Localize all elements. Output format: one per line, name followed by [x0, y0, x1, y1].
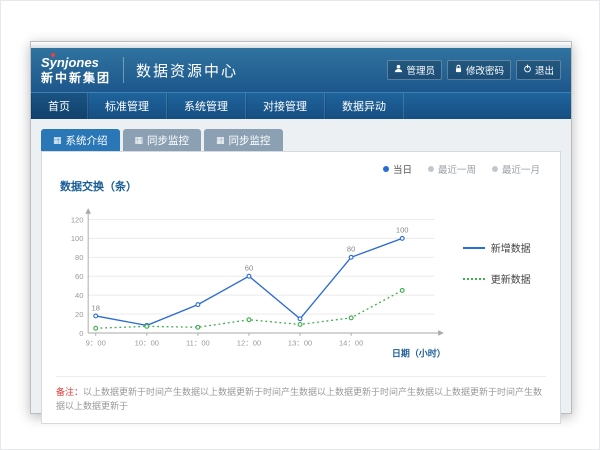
data-point — [247, 318, 251, 322]
chart-y-axis-title: 数据交换（条） — [60, 178, 546, 194]
data-point — [298, 323, 302, 327]
user-icon — [394, 64, 403, 76]
tab-bar: ▦系统介绍▦同步监控▦同步监控 — [41, 129, 561, 151]
nav-item-0[interactable]: 首页 — [31, 93, 88, 119]
brand-logo: Synjones 新中新集团 — [41, 56, 111, 85]
series-line — [96, 238, 402, 325]
legend-label: 新增数据 — [491, 240, 531, 255]
company-name: 新中新集团 — [41, 71, 111, 85]
data-point — [94, 314, 98, 318]
data-point — [247, 274, 251, 278]
nav-item-2[interactable]: 系统管理 — [167, 93, 246, 119]
grid-icon: ▦ — [53, 136, 62, 145]
svg-text:13：00: 13：00 — [288, 338, 312, 347]
legend-line-sample — [463, 278, 485, 280]
svg-text:60: 60 — [75, 272, 83, 281]
data-point — [400, 289, 404, 293]
svg-text:100: 100 — [396, 226, 409, 235]
svg-text:14：00: 14：00 — [339, 338, 363, 347]
series-legend: 新增数据更新数据 — [463, 196, 546, 364]
page-title: 数据资源中心 — [136, 60, 238, 81]
data-point — [196, 325, 200, 329]
change-password-button[interactable]: 修改密码 — [447, 60, 511, 80]
tab-1[interactable]: ▦同步监控 — [123, 129, 202, 151]
chart-row: 0 20 40 60 80 100 120 9：00 10：00 11：00 12：00 13：00 1… — [56, 196, 546, 364]
user-toolbar: 管理员 修改密码 退出 — [387, 60, 561, 80]
filter-label: 最近一周 — [438, 162, 476, 176]
svg-text:0: 0 — [79, 329, 83, 338]
nav-item-4[interactable]: 数据异动 — [325, 93, 404, 119]
svg-text:10：00: 10：00 — [135, 338, 159, 347]
svg-text:20: 20 — [75, 310, 83, 319]
tab-0[interactable]: ▦ 系统介绍 — [41, 129, 120, 151]
content-area: ▦系统介绍▦同步监控▦同步监控 当日最近一周最近一月 数据交换（条） 02040… — [31, 119, 571, 434]
time-filter-group: 当日 最近一周 最近一月 — [56, 158, 546, 176]
tab-label: 同步监控 — [229, 133, 271, 148]
svg-text:12：00: 12：00 — [237, 338, 261, 347]
svg-text:9：00: 9：00 — [86, 338, 106, 347]
grid-icon: ▦ — [135, 136, 144, 145]
tab-label: 系统介绍 — [66, 133, 108, 148]
svg-text:60: 60 — [245, 264, 253, 273]
header-divider — [123, 57, 124, 83]
line-chart: 0 20 40 60 80 100 120 9：00 10：00 11：00 12：00 13：00 1… — [56, 196, 463, 364]
svg-text:80: 80 — [347, 245, 355, 254]
lock-icon — [454, 64, 463, 76]
filter-dot-icon — [492, 166, 498, 172]
filter-label: 当日 — [393, 162, 412, 176]
data-point — [94, 326, 98, 330]
screenshot-frame: Synjones 新中新集团 数据资源中心 管理员 修改密码 — [0, 0, 600, 450]
data-point — [145, 324, 149, 328]
change-password-label: 修改密码 — [466, 63, 504, 77]
legend-line-sample — [463, 247, 485, 249]
tab-label: 同步监控 — [147, 133, 189, 148]
nav-item-3[interactable]: 对接管理 — [246, 93, 325, 119]
filter-label: 最近一月 — [502, 162, 540, 176]
svg-text:100: 100 — [71, 234, 84, 243]
footnote-prefix: 备注： — [56, 387, 83, 397]
admin-user-button[interactable]: 管理员 — [387, 60, 442, 80]
data-point — [298, 317, 302, 321]
svg-text:日期（小时）: 日期（小时） — [392, 348, 446, 359]
logout-button[interactable]: 退出 — [516, 60, 561, 80]
app-window: Synjones 新中新集团 数据资源中心 管理员 修改密码 — [30, 41, 572, 414]
chart-card: 当日 最近一周 最近一月 数据交换（条） 0 20 40 60 80 100 120 9：00 10… — [41, 151, 561, 424]
app-header: Synjones 新中新集团 数据资源中心 管理员 修改密码 — [31, 48, 571, 92]
svg-text:120: 120 — [71, 215, 84, 224]
filter-1[interactable]: 最近一周 — [428, 162, 476, 176]
logo-text: Synjones — [41, 56, 111, 69]
grid-icon: ▦ — [216, 136, 225, 145]
nav-item-1[interactable]: 标准管理 — [88, 93, 167, 119]
filter-dot-icon — [383, 166, 389, 172]
series-line — [96, 290, 402, 328]
svg-text:18: 18 — [92, 303, 100, 312]
data-point — [196, 303, 200, 307]
legend-label: 更新数据 — [491, 271, 531, 286]
legend-item-0: 新增数据 — [463, 240, 546, 255]
svg-text:40: 40 — [75, 291, 83, 300]
filter-2[interactable]: 最近一月 — [492, 162, 540, 176]
footnote-text: 以上数据更新于时间产生数据以上数据更新于时间产生数据以上数据更新于时间产生数据以… — [56, 387, 542, 411]
power-icon — [523, 64, 532, 76]
tab-2[interactable]: ▦ 同步监控 — [204, 129, 283, 151]
svg-text:80: 80 — [75, 253, 83, 262]
data-point — [400, 236, 404, 240]
svg-text:11：00: 11：00 — [186, 338, 210, 347]
data-point — [349, 255, 353, 259]
filter-0[interactable]: 当日 — [383, 162, 412, 176]
logout-label: 退出 — [535, 63, 554, 77]
filter-dot-icon — [428, 166, 434, 172]
footnote: 备注：以上数据更新于时间产生数据以上数据更新于时间产生数据以上数据更新于时间产生… — [56, 376, 546, 413]
data-point — [349, 316, 353, 320]
main-nav: 首页标准管理系统管理对接管理数据异动 — [31, 92, 571, 119]
admin-user-label: 管理员 — [406, 63, 435, 77]
legend-item-1: 更新数据 — [463, 271, 546, 286]
